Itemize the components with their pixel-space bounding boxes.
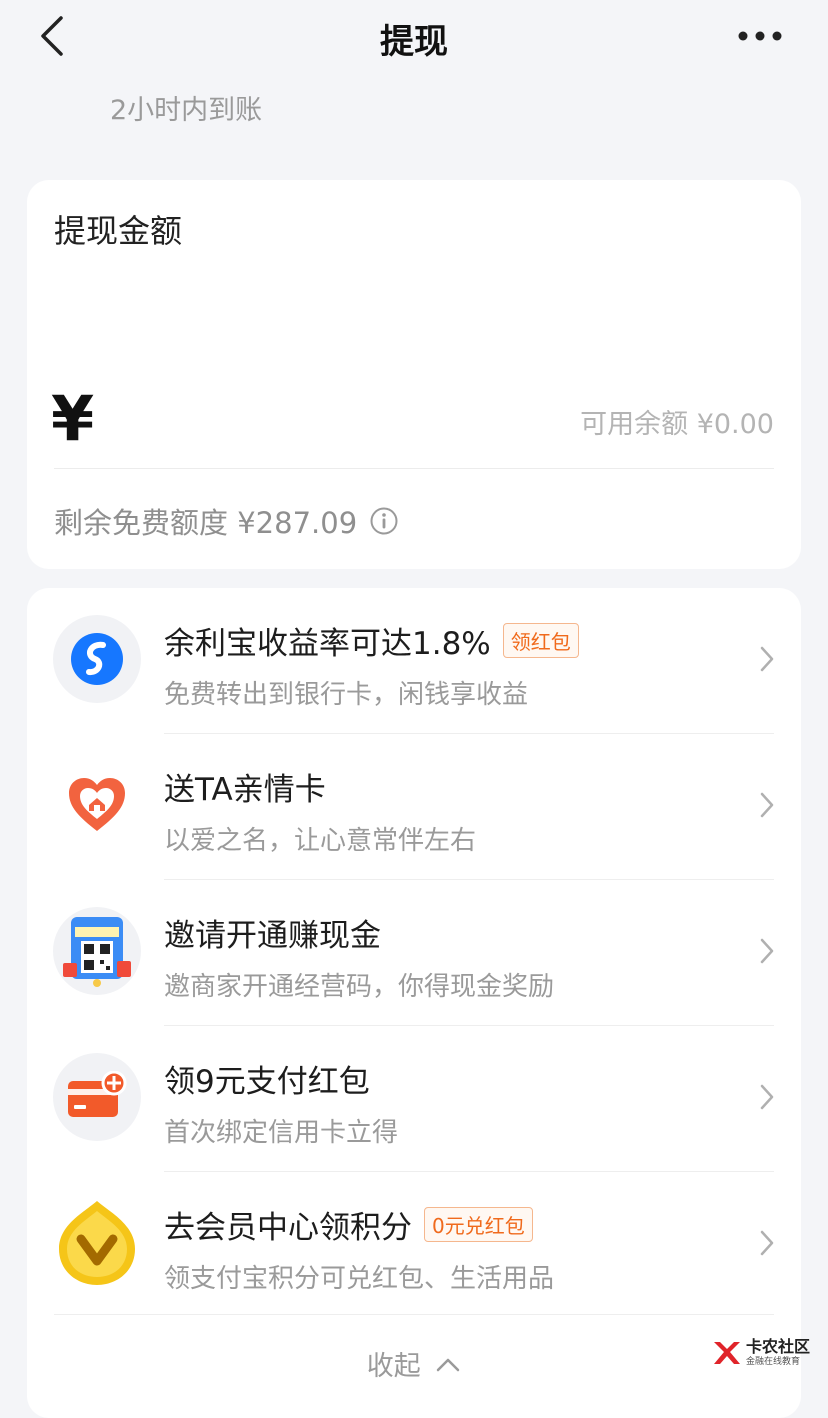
nav-bar: 提现 bbox=[0, 0, 828, 72]
list-item-yulibao[interactable]: 余利宝收益率可达1.8% 领红包 免费转出到银行卡，闲钱享收益 bbox=[27, 588, 801, 734]
available-balance: 可用余额 ¥0.00 bbox=[580, 409, 774, 440]
chevron-right-icon bbox=[760, 646, 774, 672]
red-packet-tag: 0元兑红包 bbox=[424, 1207, 533, 1242]
divider bbox=[54, 1314, 774, 1315]
item-title: 余利宝收益率可达1.8% bbox=[164, 626, 491, 662]
item-title: 去会员中心领积分 bbox=[164, 1210, 412, 1246]
item-subtitle: 邀商家开通经营码，你得现金奖励 bbox=[164, 972, 555, 1002]
watermark: 卡农社区 金融在线教育 bbox=[710, 1338, 810, 1368]
free-quota-text: 剩余免费额度 ¥287.09 bbox=[54, 506, 358, 540]
item-title: 领9元支付红包 bbox=[164, 1064, 370, 1100]
family-card-icon bbox=[53, 761, 141, 849]
item-title: 邀请开通赚现金 bbox=[164, 918, 381, 954]
yulibao-icon bbox=[53, 615, 141, 703]
free-quota-row[interactable]: 剩余免费额度 ¥287.09 bbox=[54, 500, 399, 542]
chevron-right-icon bbox=[760, 792, 774, 818]
collapse-label: 收起 bbox=[366, 1351, 421, 1382]
item-subtitle: 免费转出到银行卡，闲钱享收益 bbox=[164, 680, 529, 710]
watermark-name: 卡农社区 bbox=[745, 1337, 810, 1356]
watermark-slogan: 金融在线教育 bbox=[745, 1357, 800, 1367]
page-title: 提现 bbox=[380, 22, 448, 62]
list-item-credit-card[interactable]: 领9元支付红包 首次绑定信用卡立得 bbox=[27, 1026, 801, 1172]
chevron-right-icon bbox=[760, 1084, 774, 1110]
collapse-button[interactable]: 收起 bbox=[27, 1344, 801, 1383]
services-list-card: 余利宝收益率可达1.8% 领红包 免费转出到银行卡，闲钱享收益 送TA亲情卡 以… bbox=[27, 588, 801, 1418]
currency-symbol: ¥ bbox=[51, 382, 95, 455]
credit-card-plus-icon bbox=[53, 1053, 141, 1141]
item-title: 送TA亲情卡 bbox=[164, 772, 326, 808]
info-icon[interactable] bbox=[369, 506, 399, 536]
kanong-logo-icon bbox=[713, 1342, 740, 1364]
more-button[interactable] bbox=[728, 20, 792, 52]
chevron-up-icon bbox=[437, 1358, 460, 1371]
list-item-vip-points[interactable]: 去会员中心领积分 0元兑红包 领支付宝积分可兑红包、生活用品 bbox=[27, 1172, 801, 1318]
item-subtitle: 领支付宝积分可兑红包、生活用品 bbox=[164, 1264, 555, 1294]
invite-qr-icon bbox=[53, 907, 141, 995]
red-packet-tag: 领红包 bbox=[502, 623, 579, 658]
withdraw-amount-card: 提现金额 ¥ 可用余额 ¥0.00 剩余免费额度 ¥287.09 bbox=[27, 180, 801, 569]
item-subtitle: 首次绑定信用卡立得 bbox=[164, 1118, 399, 1148]
arrival-time-hint: 2小时内到账 bbox=[110, 95, 263, 126]
item-subtitle: 以爱之名，让心意常伴左右 bbox=[164, 826, 477, 856]
more-dots-icon bbox=[738, 31, 782, 41]
list-item-family-card[interactable]: 送TA亲情卡 以爱之名，让心意常伴左右 bbox=[27, 734, 801, 880]
vip-badge-icon bbox=[53, 1199, 141, 1287]
divider bbox=[54, 468, 774, 469]
amount-input[interactable] bbox=[127, 394, 571, 452]
amount-title: 提现金额 bbox=[54, 212, 183, 250]
chevron-right-icon bbox=[760, 1230, 774, 1256]
chevron-right-icon bbox=[760, 938, 774, 964]
list-item-invite[interactable]: 邀请开通赚现金 邀商家开通经营码，你得现金奖励 bbox=[27, 880, 801, 1026]
